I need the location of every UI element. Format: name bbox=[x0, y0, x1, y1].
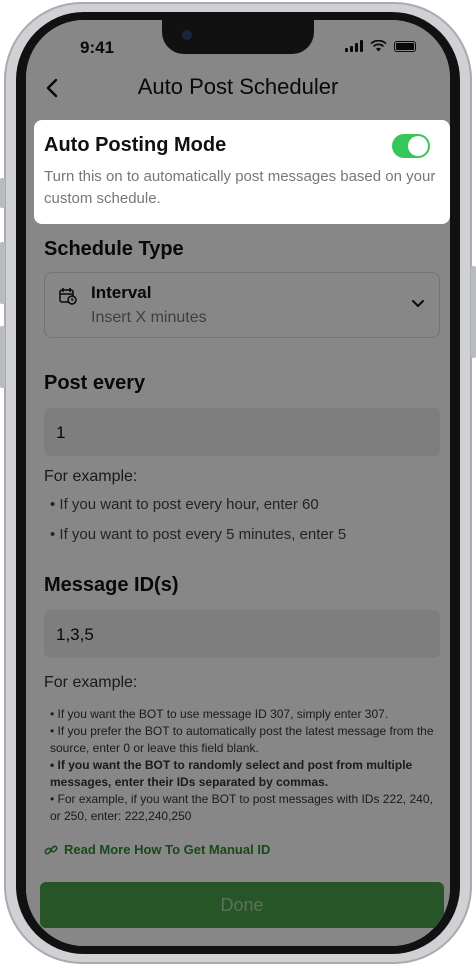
volume-up-button bbox=[0, 242, 5, 304]
power-button bbox=[471, 266, 476, 358]
auto-posting-toggle[interactable] bbox=[392, 134, 430, 158]
volume-down-button bbox=[0, 326, 5, 388]
notch bbox=[162, 20, 314, 54]
toggle-knob bbox=[408, 136, 428, 156]
phone-frame: 9:41 Auto Post Scheduler Schedule Type I… bbox=[0, 2, 476, 964]
screen: 9:41 Auto Post Scheduler Schedule Type I… bbox=[26, 20, 450, 946]
auto-posting-title: Auto Posting Mode bbox=[44, 134, 227, 156]
auto-posting-description: Turn this on to automatically post messa… bbox=[44, 168, 436, 207]
camera-icon bbox=[182, 30, 192, 40]
auto-posting-card: Auto Posting Mode Turn this on to automa… bbox=[34, 120, 450, 224]
silent-switch bbox=[0, 178, 5, 208]
